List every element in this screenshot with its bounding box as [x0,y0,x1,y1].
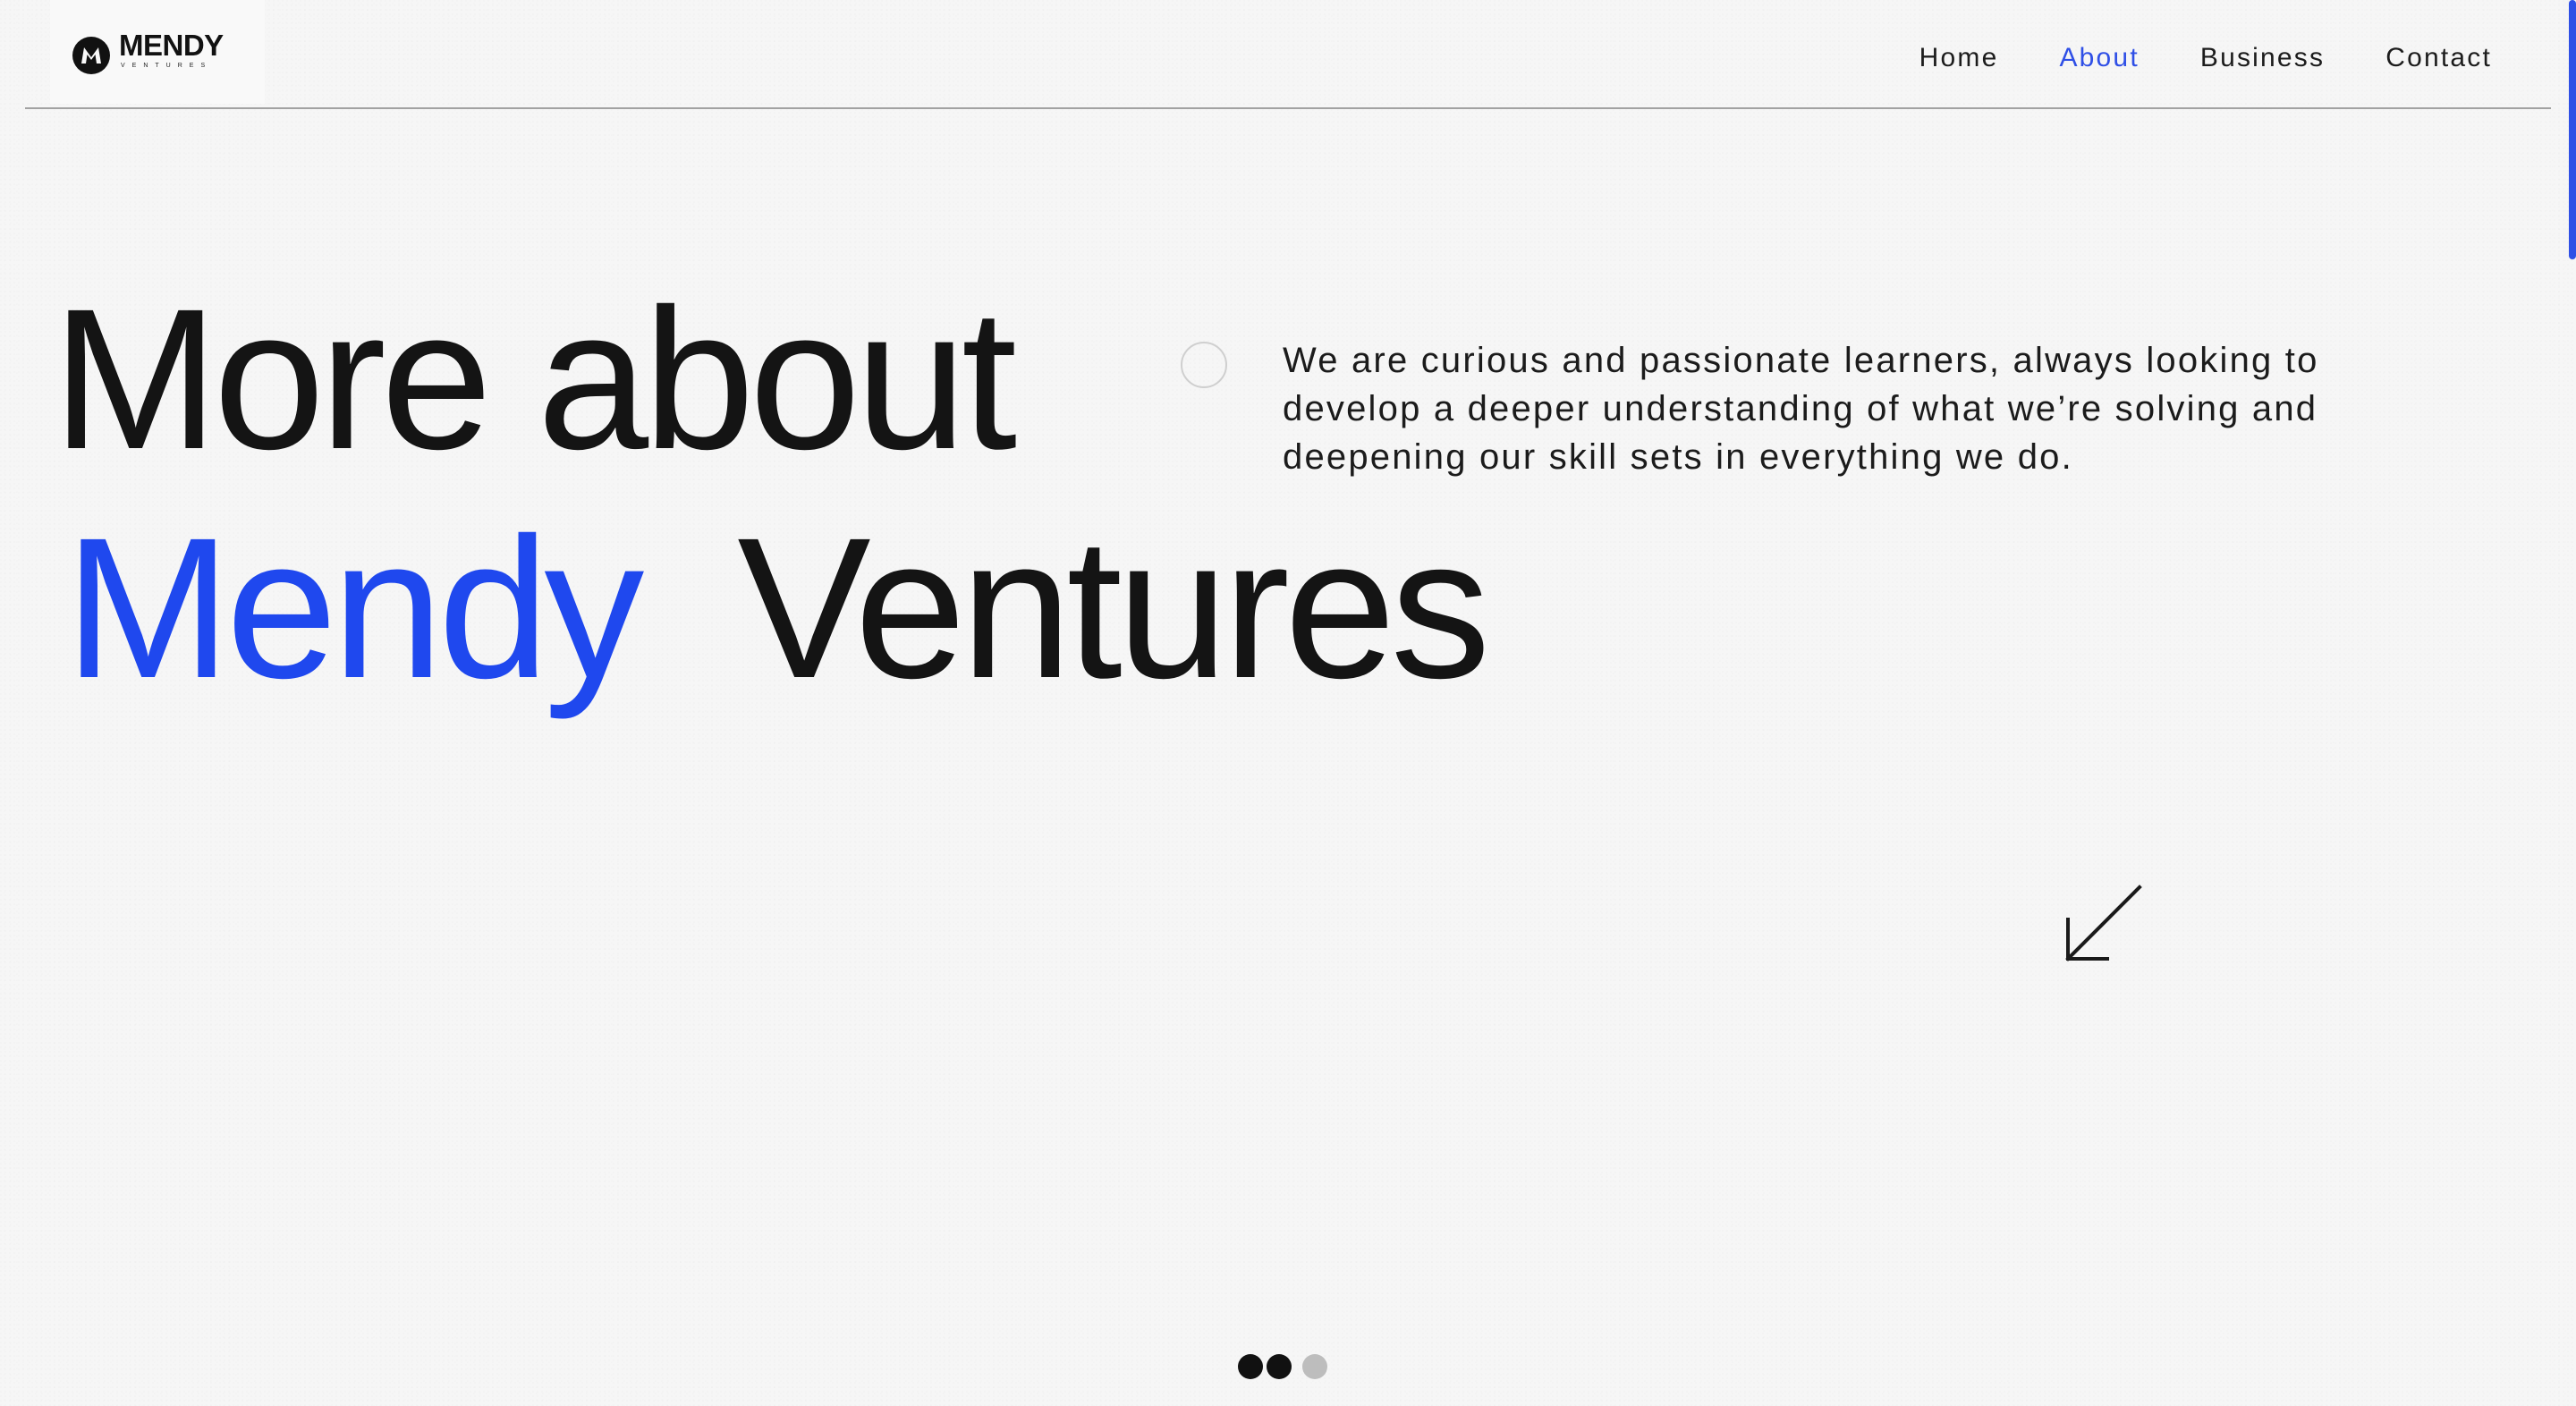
header-divider [25,107,2551,109]
main-nav: Home About Business Contact [1919,43,2492,73]
logo-subtitle: VENTURES [121,63,213,69]
nav-item-about[interactable]: About [2059,43,2139,73]
logo-container[interactable]: MENDY VENTURES [50,0,265,104]
scrollbar-track[interactable] [2567,0,2576,1406]
logo-mark-icon [72,37,110,74]
pagination-dot-1[interactable] [1238,1354,1263,1379]
logo-wordmark: MENDY [119,29,224,62]
hero-description: We are curious and passionate learners, … [1283,341,2319,477]
nav-item-contact[interactable]: Contact [2385,43,2492,73]
circle-outline-icon [1181,342,1227,388]
hero-title-line1: More about [52,267,1017,491]
pagination-dot-3[interactable] [1302,1354,1327,1379]
arrow-down-left-icon[interactable] [2057,884,2143,970]
pagination-dots [1238,1354,1327,1379]
hero-title-accent: Mendy [64,496,644,720]
pagination-dot-2[interactable] [1267,1354,1292,1379]
nav-item-home[interactable]: Home [1919,43,1999,73]
nav-item-business[interactable]: Business [2200,43,2325,73]
hero-title-rest: Ventures [737,496,1490,720]
hero-title-line2: Mendy Ventures [64,508,1491,708]
scrollbar-thumb[interactable] [2569,0,2576,259]
